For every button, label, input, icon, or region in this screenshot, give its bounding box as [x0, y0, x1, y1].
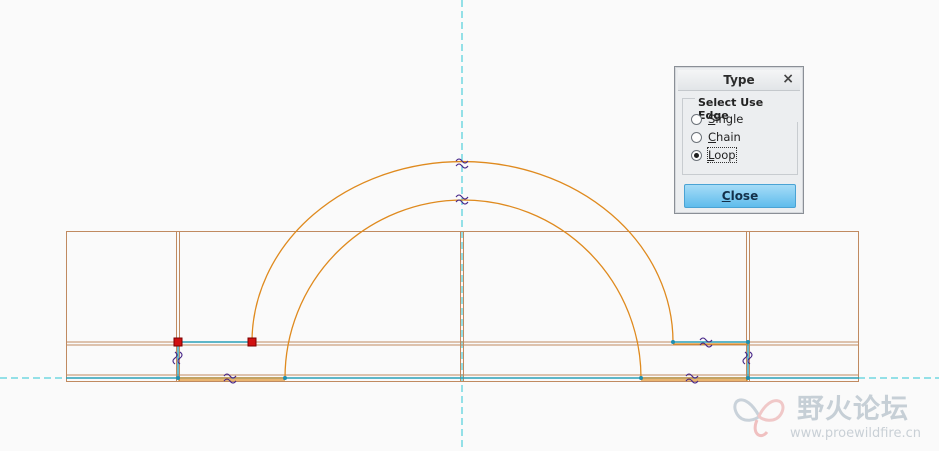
radio-single[interactable]: Single [691, 111, 743, 127]
watermark-title: 野火论坛 [797, 394, 909, 425]
radio-icon[interactable] [691, 149, 702, 161]
radio-chain-label: Chain [708, 130, 741, 144]
radio-chain[interactable]: Chain [691, 129, 741, 145]
radio-icon[interactable] [691, 113, 702, 125]
radio-loop[interactable]: Loop [691, 147, 737, 163]
watermark-url: www.proewildfire.cn [790, 426, 921, 441]
close-button[interactable]: Close [684, 184, 796, 208]
selected-vertex[interactable] [173, 337, 183, 347]
radio-icon[interactable] [691, 131, 702, 143]
type-dialog: Type × Select Use Edge Single Chain Loop… [674, 66, 804, 214]
close-icon[interactable]: × [782, 71, 794, 88]
radio-single-label: Single [708, 112, 744, 126]
watermark-logo-icon [733, 398, 785, 437]
radio-loop-label: Loop [707, 147, 737, 163]
selected-vertex[interactable] [247, 337, 257, 347]
dialog-titlebar[interactable]: Type × [678, 70, 800, 91]
